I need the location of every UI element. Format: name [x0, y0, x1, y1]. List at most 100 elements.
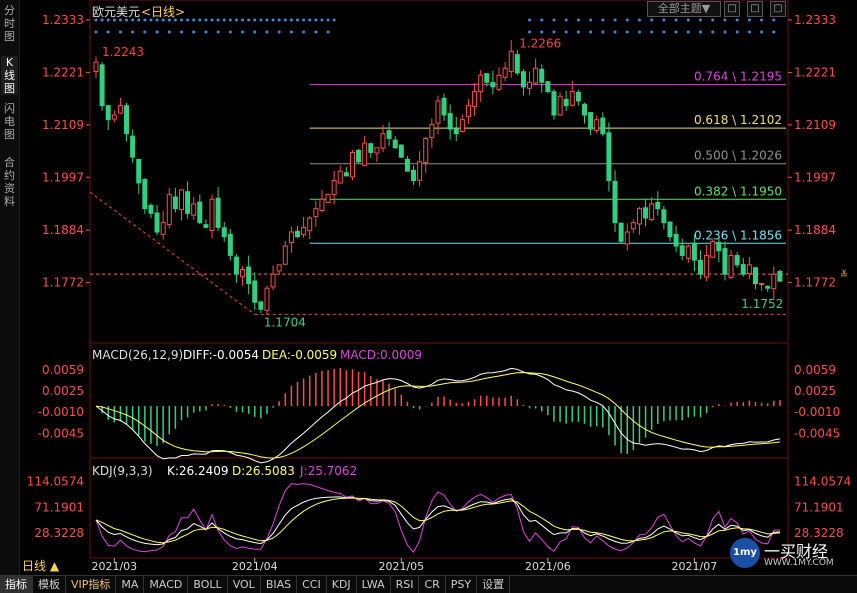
- signal-dot: [216, 18, 220, 22]
- candle-body: [588, 112, 594, 130]
- indicator-tab-3[interactable]: MA: [116, 576, 145, 593]
- candle-body: [551, 91, 557, 116]
- indicator-tab-13[interactable]: PSY: [446, 576, 478, 593]
- signal-dot: [118, 30, 122, 34]
- signal-dot: [204, 30, 208, 34]
- indicator-tab-12[interactable]: CR: [419, 576, 446, 593]
- indicator-tab-0[interactable]: 指标: [0, 576, 33, 593]
- signal-dot: [204, 18, 208, 22]
- signal-dot: [650, 30, 654, 34]
- window-button-1[interactable]: □: [724, 1, 740, 17]
- candle-body: [276, 264, 282, 272]
- candle-body: [270, 273, 276, 288]
- candle-body: [514, 54, 520, 74]
- price-tick-left-2: 1.2109: [42, 118, 84, 132]
- signal-dot: [576, 30, 580, 34]
- kdj-tick-left-2: 28.3228: [34, 526, 84, 540]
- all-themes-dropdown[interactable]: 全部主题▼: [647, 1, 721, 17]
- candle-body: [472, 91, 478, 107]
- candle-body: [606, 132, 612, 182]
- signal-dot: [601, 30, 605, 34]
- indicator-tab-7[interactable]: BIAS: [261, 576, 298, 593]
- signal-dot: [699, 18, 703, 22]
- candle-body: [423, 137, 429, 163]
- candle-body: [728, 254, 734, 278]
- macd-title: MACD(26,12,9): [92, 348, 184, 362]
- candle-body: [630, 222, 636, 230]
- candle-body: [142, 179, 148, 210]
- signal-dot: [699, 30, 703, 34]
- signal-dot: [320, 18, 324, 22]
- indicator-tab-4[interactable]: MACD: [144, 576, 189, 593]
- window-button-3[interactable]: ▢: [770, 1, 786, 17]
- candle-body: [746, 264, 752, 275]
- signal-dot: [314, 30, 318, 34]
- candle-body: [698, 259, 704, 275]
- candle-body: [117, 105, 123, 114]
- candle-body: [313, 208, 319, 218]
- candle-body: [166, 194, 172, 226]
- signal-dot: [210, 18, 214, 22]
- candle-body: [374, 147, 380, 154]
- signal-dot: [735, 18, 739, 22]
- candle-body: [307, 217, 313, 232]
- candle-body: [594, 119, 600, 132]
- candle-body: [649, 203, 655, 221]
- signal-dot: [589, 18, 593, 22]
- indicator-tab-11[interactable]: RSI: [391, 576, 420, 593]
- indicator-tab-5[interactable]: BOLL: [188, 576, 228, 593]
- kdj-d: D:26.5083: [232, 464, 295, 478]
- indicator-tab-10[interactable]: LWA: [357, 576, 391, 593]
- signal-dot: [308, 18, 312, 22]
- candle-body: [130, 135, 136, 158]
- macd-diff: DIFF:-0.0054: [183, 348, 260, 362]
- price-tick-left-4: 1.1884: [42, 223, 84, 237]
- candle-body: [105, 105, 111, 121]
- indicator-tab-8[interactable]: CCI: [297, 576, 327, 593]
- logo: 1my 一买财经 WWW.1MY.COM: [730, 538, 850, 570]
- candle-body: [478, 74, 484, 93]
- signal-dot: [302, 18, 306, 22]
- candle-body: [356, 149, 362, 163]
- indicator-tab-1[interactable]: 模板: [33, 576, 66, 593]
- signal-dot: [613, 18, 617, 22]
- kdj-tick-right-0: 114.0574: [794, 475, 851, 489]
- candle-body: [716, 241, 722, 252]
- macd-tick-right-1: 0.0025: [794, 384, 836, 398]
- window-button-2[interactable]: □: [747, 1, 763, 17]
- candle-body: [539, 68, 545, 83]
- indicator-tab-9[interactable]: KDJ: [327, 576, 357, 593]
- indicator-tab-6[interactable]: VOL: [228, 576, 261, 593]
- candle-body: [349, 151, 355, 178]
- signal-dot: [564, 30, 568, 34]
- signal-dot: [540, 18, 544, 22]
- candle-body: [282, 245, 288, 265]
- candle-body: [203, 224, 209, 228]
- kdj-tick-right-1: 71.1901: [794, 500, 844, 514]
- candle-body: [447, 113, 453, 130]
- annotation-high: 1.2243: [102, 45, 144, 59]
- indicator-tab-2[interactable]: VIP指标: [66, 576, 117, 593]
- signal-dot: [625, 30, 629, 34]
- price-tick-left-1: 1.2221: [42, 65, 84, 79]
- candle-body: [722, 248, 728, 275]
- period-selector[interactable]: 日线 ▲: [22, 557, 59, 574]
- price-tick-left-3: 1.1997: [42, 170, 84, 184]
- candle-body: [581, 103, 587, 116]
- signal-dot: [326, 18, 330, 22]
- price-tick-right-2: 1.2109: [794, 118, 836, 132]
- macd-tick-right-0: 0.0059: [794, 363, 836, 377]
- candle-body: [612, 180, 618, 224]
- indicator-tab-bar: 指标 模板 VIP指标 MA MACD BOLL VOL BIAS CCI KDJ LWA RSI CR…: [0, 575, 857, 593]
- candle-body: [368, 143, 374, 153]
- signal-dot: [192, 30, 196, 34]
- kdj-tick-left-1: 71.1901: [34, 500, 84, 514]
- price-tick-right-5: 1.1772: [794, 276, 836, 290]
- signal-dot: [143, 30, 147, 34]
- indicator-tab-14[interactable]: 设置: [477, 576, 511, 593]
- annotation-peak: 1.2266: [519, 36, 561, 50]
- candle-body: [673, 233, 679, 247]
- signal-dot: [674, 18, 678, 22]
- signal-dot: [625, 18, 629, 22]
- candle-body: [618, 222, 624, 242]
